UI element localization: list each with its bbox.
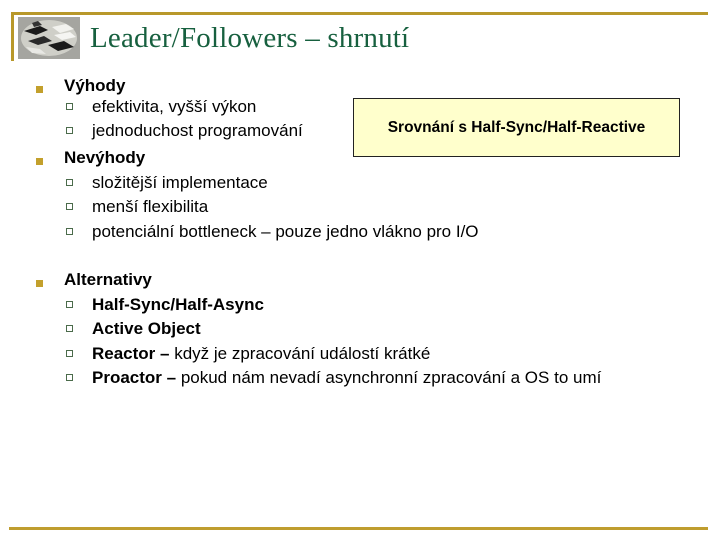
main-bullet-icon <box>36 158 43 165</box>
sub-bullet-icon <box>66 179 73 186</box>
heading-vyhody: Výhody <box>64 76 126 95</box>
list-item: potenciální bottleneck – pouze jedno vlá… <box>92 222 479 241</box>
comparison-callout-link[interactable]: Srovnání s Half-Sync/Half-Reactive <box>353 98 680 157</box>
sub-bullet-icon <box>66 203 73 210</box>
list-item: efektivita, vyšší výkon <box>92 97 257 116</box>
sub-bullet-icon <box>66 103 73 110</box>
heading-nevyhody: Nevýhody <box>64 148 146 167</box>
alt-desc: pokud nám nevadí asynchronní zpracování … <box>176 368 602 387</box>
alt-name: Proactor – <box>92 368 177 387</box>
frame-bottom-line <box>9 527 708 530</box>
sub-bullet-icon <box>66 127 73 134</box>
leader-followers-logo-icon <box>18 17 80 59</box>
alt-name: Reactor – <box>92 344 170 363</box>
sub-bullet-icon <box>66 325 73 332</box>
list-item: Active Object <box>92 319 201 339</box>
list-item: menší flexibilita <box>92 197 209 216</box>
sub-bullet-icon <box>66 301 73 308</box>
heading-alternativy: Alternativy <box>64 270 152 289</box>
main-bullet-icon <box>36 86 43 93</box>
main-bullet-icon <box>36 280 43 287</box>
list-item: Half-Sync/Half-Async <box>92 295 264 315</box>
sub-bullet-icon <box>66 350 73 357</box>
alt-name: Active Object <box>92 319 201 338</box>
list-item: složitější implementace <box>92 173 268 192</box>
sub-bullet-icon <box>66 228 73 235</box>
list-item: jednoduchost programování <box>92 121 303 140</box>
frame-left-line <box>11 12 14 61</box>
callout-text: Srovnání s Half-Sync/Half-Reactive <box>387 118 646 136</box>
slide-title: Leader/Followers – shrnutí <box>90 22 410 54</box>
sub-bullet-icon <box>66 374 73 381</box>
alt-desc: když je zpracování událostí krátké <box>169 344 431 363</box>
list-item: Proactor – pokud nám nevadí asynchronní … <box>92 368 601 388</box>
frame-top-line <box>11 12 708 15</box>
alt-name: Half-Sync/Half-Async <box>92 295 264 314</box>
list-item: Reactor – když je zpracování událostí kr… <box>92 344 430 364</box>
